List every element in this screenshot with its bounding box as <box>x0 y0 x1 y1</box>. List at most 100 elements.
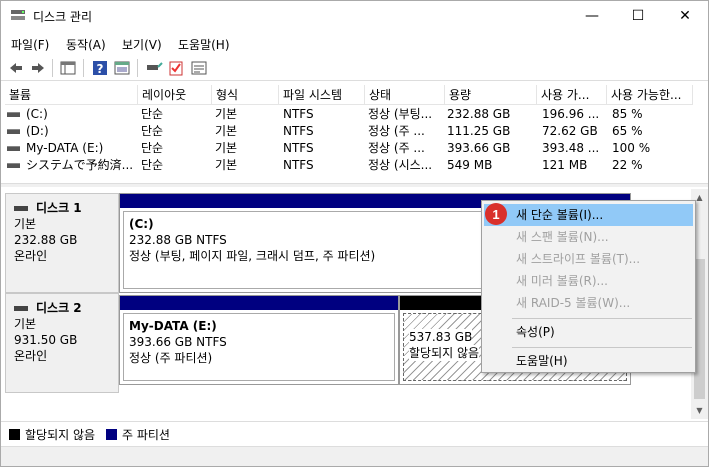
column-header-filesystem[interactable]: 파일 시스템 <box>279 85 365 105</box>
legend-unallocated-label: 할당되지 않음 <box>25 428 96 442</box>
primary-partition-bar <box>120 296 398 310</box>
back-arrow-icon[interactable] <box>7 59 25 77</box>
partition-size: 393.66 GB NTFS <box>129 335 227 349</box>
free-space-cell: 121 MB <box>542 158 588 172</box>
volume-icon <box>7 163 20 168</box>
disk-1-type: 기본 <box>14 217 37 231</box>
primary-partition-swatch <box>106 429 117 440</box>
status-cell: 정상 (주 ... <box>368 124 425 138</box>
status-cell: 정상 (부팅... <box>368 107 433 121</box>
filesystem-cell: NTFS <box>283 124 314 138</box>
filesystem-cell: NTFS <box>283 141 314 155</box>
column-header-layout[interactable]: 레이아웃 <box>138 85 212 105</box>
menu-item-new-simple-volume[interactable]: 새 단순 볼륨(I)... <box>484 204 693 226</box>
legend-primary-label: 주 파티션 <box>122 428 170 442</box>
disk-1-status: 온라인 <box>14 249 48 263</box>
column-header-percent-free[interactable]: 사용 가능한... <box>607 85 693 105</box>
type-cell: 기본 <box>215 124 238 138</box>
menu-action[interactable]: 동작(A) <box>66 36 106 53</box>
menu-bar: 파일(F) 동작(A) 보기(V) 도움말(H) <box>1 32 708 54</box>
volume-list: 볼륨 레이아웃 형식 파일 시스템 상태 용량 사용 가... 사용 가능한..… <box>5 85 693 179</box>
disk-2-type: 기본 <box>14 317 37 331</box>
type-cell: 기본 <box>215 141 238 155</box>
title-bar: 디스크 관리 — ☐ ✕ <box>1 1 708 31</box>
disk-1-label[interactable]: 디스크 1 기본 232.88 GB 온라인 <box>5 193 119 293</box>
capacity-cell: 393.66 GB <box>447 141 511 155</box>
menu-item-help[interactable]: 도움말(H) <box>484 350 693 372</box>
forward-arrow-icon[interactable] <box>29 59 47 77</box>
type-cell: 기본 <box>215 107 238 121</box>
partition-status: 정상 (주 파티션) <box>129 351 213 365</box>
capacity-cell: 549 MB <box>447 158 493 172</box>
scroll-down-arrow-icon[interactable]: ▼ <box>691 402 708 419</box>
volume-icon <box>7 112 20 117</box>
column-header-volume[interactable]: 볼륨 <box>5 85 138 105</box>
volume-row[interactable]: (C:) 단순 기본 NTFS 정상 (부팅... 232.88 GB 196.… <box>5 106 693 123</box>
volume-row[interactable]: (D:) 단순 기본 NTFS 정상 (주 ... 111.25 GB 72.6… <box>5 123 693 140</box>
column-header-type[interactable]: 형식 <box>212 85 279 105</box>
help-icon[interactable]: ? <box>91 59 109 77</box>
disk-management-window: 디스크 관리 — ☐ ✕ 파일(F) 동작(A) 보기(V) 도움말(H) ? … <box>0 0 709 467</box>
disk-1-name: 디스크 1 <box>14 200 110 216</box>
menu-help[interactable]: 도움말(H) <box>178 36 230 53</box>
column-header-capacity[interactable]: 용량 <box>445 85 537 105</box>
disk-2-status: 온라인 <box>14 349 48 363</box>
partition-label: My-DATA (E:) <box>129 319 217 333</box>
menu-item-new-striped-volume[interactable]: 새 스트라이프 볼륨(T)... <box>484 248 693 270</box>
checklist-icon[interactable] <box>167 59 185 77</box>
window-title: 디스크 관리 <box>33 10 93 24</box>
column-header-free-space[interactable]: 사용 가... <box>537 85 607 105</box>
toolbar: ? <box>1 55 708 81</box>
unallocated-size: 537.83 GB <box>409 329 473 345</box>
layout-cell: 단순 <box>141 107 164 121</box>
menu-item-properties[interactable]: 속성(P) <box>484 321 693 343</box>
partition-e[interactable]: My-DATA (E:) 393.66 GB NTFS 정상 (주 파티션) <box>119 295 399 385</box>
disk-2-label[interactable]: 디스크 2 기본 931.50 GB 온라인 <box>5 293 119 393</box>
toolbar-separator <box>52 59 53 77</box>
status-cell: 정상 (주 ... <box>368 141 425 155</box>
maximize-icon: ☐ <box>631 8 645 24</box>
context-menu: 새 단순 볼륨(I)... 새 스팬 볼륨(N)... 새 스트라이프 볼륨(T… <box>481 200 696 373</box>
volume-name-cell: システムで予約済... <box>7 157 138 174</box>
connect-disk-icon[interactable] <box>145 59 163 77</box>
volume-row[interactable]: My-DATA (E:) 단순 기본 NTFS 정상 (주 ... 393.66… <box>5 140 693 157</box>
volume-name-cell: My-DATA (E:) <box>7 140 138 157</box>
menu-separator <box>512 347 692 348</box>
maximize-button[interactable]: ☐ <box>615 1 661 31</box>
toolbar-separator <box>83 59 84 77</box>
menu-item-new-raid5-volume[interactable]: 새 RAID-5 볼륨(W)... <box>484 292 693 314</box>
console-tree-icon[interactable] <box>59 59 77 77</box>
show-hide-pane-icon[interactable] <box>113 59 131 77</box>
close-button[interactable]: ✕ <box>662 1 708 31</box>
menu-file[interactable]: 파일(F) <box>11 36 49 53</box>
percent-free-cell: 22 % <box>612 158 643 172</box>
properties-icon[interactable] <box>190 59 208 77</box>
menu-view[interactable]: 보기(V) <box>122 36 162 53</box>
status-bar <box>1 446 708 466</box>
filesystem-cell: NTFS <box>283 158 314 172</box>
minimize-button[interactable]: — <box>569 1 615 31</box>
disk-icon <box>14 305 28 311</box>
column-header-status[interactable]: 상태 <box>365 85 445 105</box>
disk-1-size: 232.88 GB <box>14 233 78 247</box>
capacity-cell: 232.88 GB <box>447 107 511 121</box>
free-space-cell: 196.96 ... <box>542 107 600 121</box>
step-number-badge: 1 <box>485 203 507 225</box>
filesystem-cell: NTFS <box>283 107 314 121</box>
menu-item-new-mirrored-volume[interactable]: 새 미러 볼륨(R)... <box>484 270 693 292</box>
partition-e-body: My-DATA (E:) 393.66 GB NTFS 정상 (주 파티션) <box>123 313 395 381</box>
unallocated-status: 할당되지 않음 <box>409 345 480 361</box>
disk-icon <box>14 205 28 211</box>
percent-free-cell: 65 % <box>612 124 643 138</box>
volume-name-cell: (D:) <box>7 123 138 140</box>
svg-text:?: ? <box>97 62 104 76</box>
volume-row[interactable]: システムで予約済... 단순 기본 NTFS 정상 (시스... 549 MB … <box>5 157 693 174</box>
disk-2-name: 디스크 2 <box>14 300 110 316</box>
volume-icon <box>7 146 20 151</box>
percent-free-cell: 100 % <box>612 141 651 155</box>
toolbar-separator <box>137 59 138 77</box>
close-icon: ✕ <box>679 8 691 24</box>
pane-splitter[interactable] <box>1 183 708 187</box>
menu-item-new-spanned-volume[interactable]: 새 스팬 볼륨(N)... <box>484 226 693 248</box>
minimize-icon: — <box>585 8 599 24</box>
